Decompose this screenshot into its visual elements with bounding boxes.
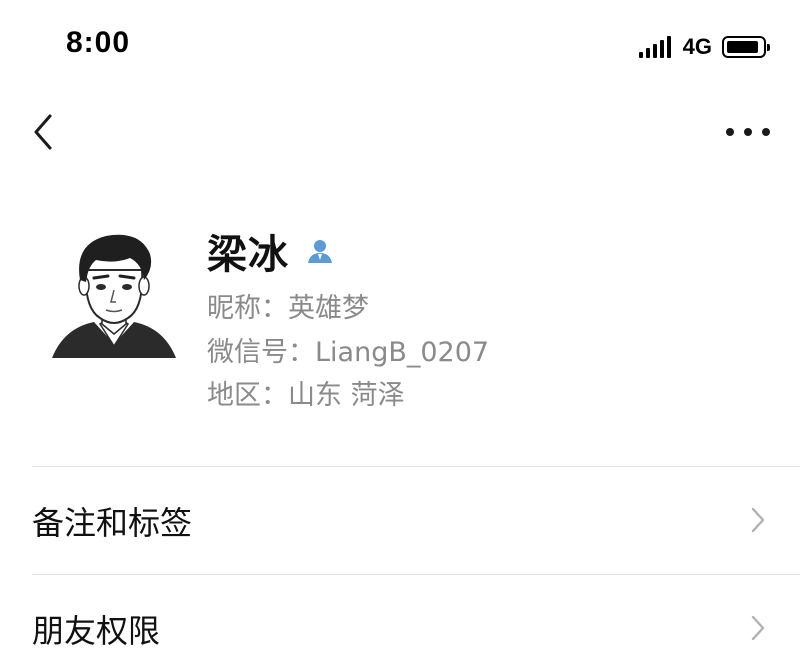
- profile-name-row: 梁冰: [207, 222, 335, 280]
- profile-name: 梁冰: [207, 232, 289, 278]
- menu-item-friend-permissions[interactable]: 朋友权限: [0, 578, 800, 660]
- nickname-text: 昵称：英雄梦: [207, 293, 369, 324]
- network-type: 4G: [682, 34, 712, 59]
- chevron-right-icon: [751, 507, 765, 533]
- battery-icon: [722, 36, 770, 58]
- status-time: 8:00: [66, 26, 131, 59]
- chevron-left-icon: [34, 114, 52, 150]
- more-dots-icon: [726, 128, 734, 136]
- avatar[interactable]: [44, 224, 184, 364]
- menu-item-label: 备注和标签: [32, 504, 193, 542]
- status-bar: 8:00 4G: [0, 0, 800, 90]
- divider: [32, 574, 800, 575]
- avatar-illustration: [52, 234, 176, 358]
- wechat-id-text: 微信号：LiangB_0207: [207, 337, 490, 368]
- signal-bars-icon: [638, 36, 671, 58]
- person-badge-icon: [308, 240, 332, 263]
- status-indicators: 4G: [638, 32, 770, 62]
- menu-item-label: 朋友权限: [32, 612, 161, 650]
- more-button[interactable]: [726, 116, 770, 148]
- contact-profile-screen: 8:00 4G 梁冰 昵称：英雄梦 微信号：LiangB_0207 地区：山东 …: [0, 0, 800, 660]
- menu-item-remarks-tags[interactable]: 备注和标签: [0, 470, 800, 570]
- chevron-right-icon: [751, 615, 765, 641]
- region-text: 地区：山东 菏泽: [207, 380, 405, 411]
- back-button[interactable]: [26, 110, 66, 154]
- divider: [32, 466, 800, 467]
- battery-fill: [727, 41, 758, 53]
